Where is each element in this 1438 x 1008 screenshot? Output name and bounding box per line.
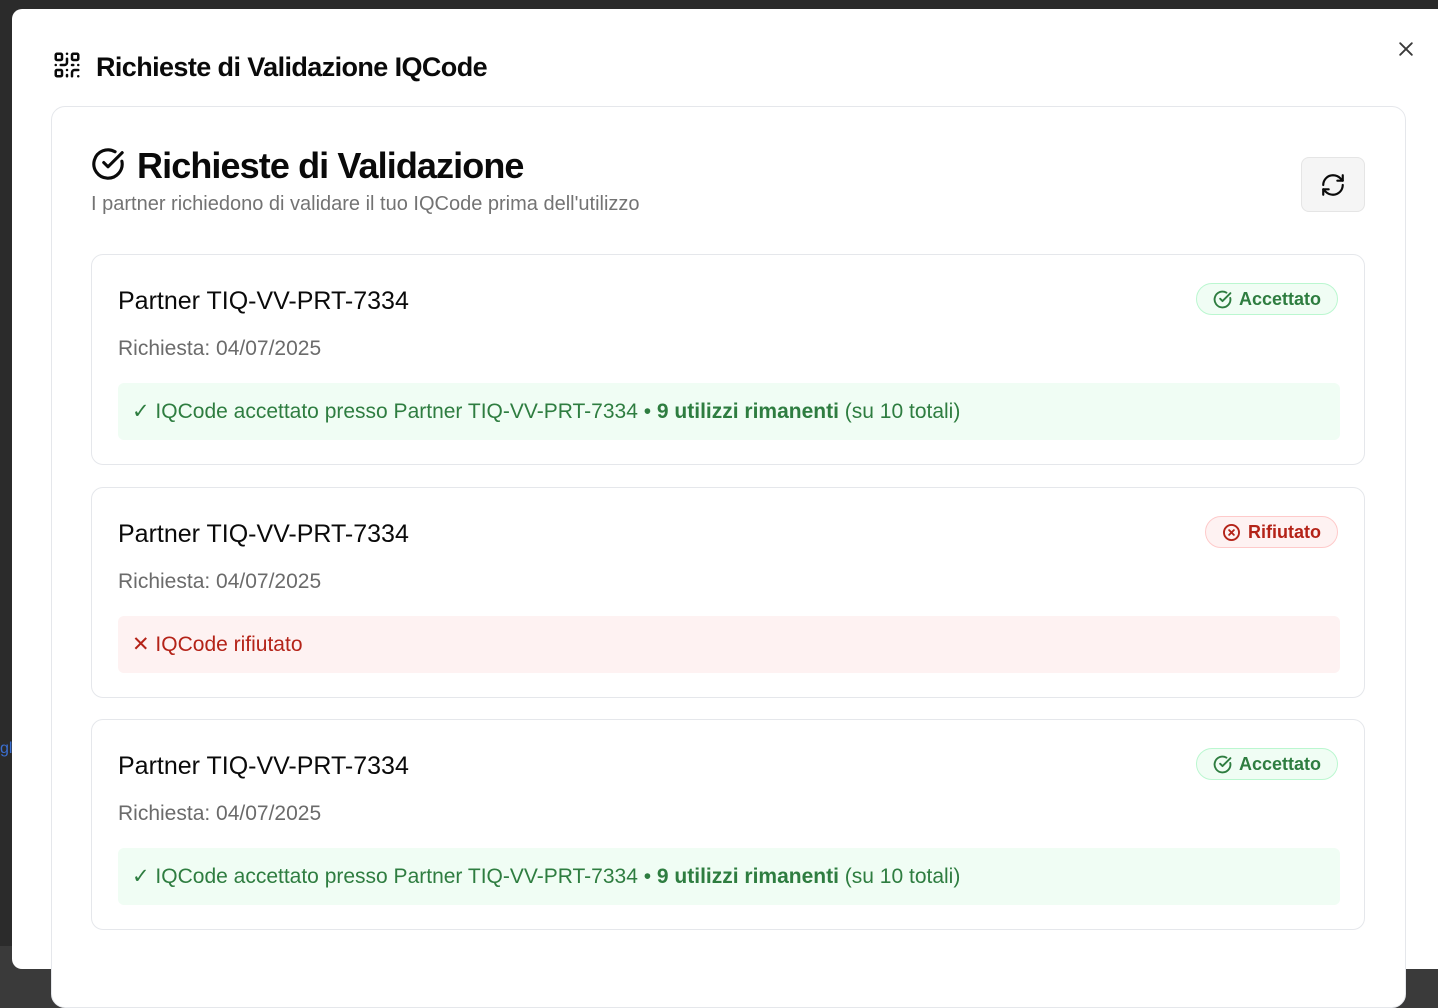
message-text: ✓ IQCode accettato presso Partner TIQ-VV… [132, 865, 638, 888]
message-text: ✕ IQCode rifiutato [132, 633, 303, 656]
message-separator: • [637, 399, 657, 423]
card-subtitle: I partner richiedono di validare il tuo … [91, 193, 640, 215]
partner-name: Partner TIQ-VV-PRT-7334 [118, 752, 409, 780]
request-date: Richiesta: 04/07/2025 [118, 802, 322, 825]
status-badge: Accettato [1195, 748, 1338, 780]
circle-x-icon [1223, 523, 1240, 541]
request-item: Partner TIQ-VV-PRT-7334 Richiesta: 04/07… [91, 719, 1365, 930]
remaining-uses: 9 utilizzi rimanenti [656, 864, 839, 888]
request-item: Partner TIQ-VV-PRT-7334 Richiesta: 04/07… [91, 254, 1365, 465]
close-button[interactable] [1392, 35, 1420, 63]
circle-check-icon [91, 147, 125, 186]
refresh-button[interactable] [1301, 157, 1365, 212]
message-separator: • [637, 864, 657, 888]
remaining-uses: 9 utilizzi rimanenti [656, 399, 839, 423]
status-message: ✓ IQCode accettato presso Partner TIQ-VV… [118, 848, 1340, 905]
total-uses: (su 10 totali) [838, 864, 961, 888]
partner-name: Partner TIQ-VV-PRT-7334 [118, 287, 409, 315]
status-label: Rifiutato [1248, 521, 1321, 542]
status-label: Accettato [1238, 753, 1321, 774]
card-title: Richieste di Validazione [137, 145, 524, 186]
requests-card: Richieste di Validazione I partner richi… [51, 106, 1406, 1008]
request-date: Richiesta: 04/07/2025 [118, 337, 322, 360]
dialog-header: Richieste di Validazione IQCode [52, 47, 488, 87]
request-item: Partner TIQ-VV-PRT-7334 Richiesta: 04/07… [91, 487, 1365, 698]
status-label: Accettato [1238, 288, 1321, 309]
status-message: ✓ IQCode accettato presso Partner TIQ-VV… [118, 383, 1340, 440]
close-icon [1399, 42, 1413, 56]
circle-check-icon [1213, 755, 1232, 773]
qr-code-icon [52, 50, 82, 85]
partner-name: Partner TIQ-VV-PRT-7334 [118, 520, 409, 548]
backdrop-text: gl [0, 740, 12, 757]
refresh-icon [1322, 173, 1344, 196]
card-header: Richieste di Validazione I partner richi… [91, 145, 640, 216]
request-date: Richiesta: 04/07/2025 [118, 570, 322, 593]
message-text: ✓ IQCode accettato presso Partner TIQ-VV… [132, 400, 638, 423]
dialog-title: Richieste di Validazione IQCode [96, 51, 488, 82]
circle-check-icon [1213, 290, 1232, 308]
validation-dialog: Richieste di Validazione IQCode Richiest… [12, 9, 1438, 1008]
total-uses: (su 10 totali) [838, 399, 961, 423]
status-badge: Rifiutato [1205, 516, 1338, 548]
status-badge: Accettato [1195, 283, 1338, 315]
status-message: ✕ IQCode rifiutato [118, 616, 1340, 673]
